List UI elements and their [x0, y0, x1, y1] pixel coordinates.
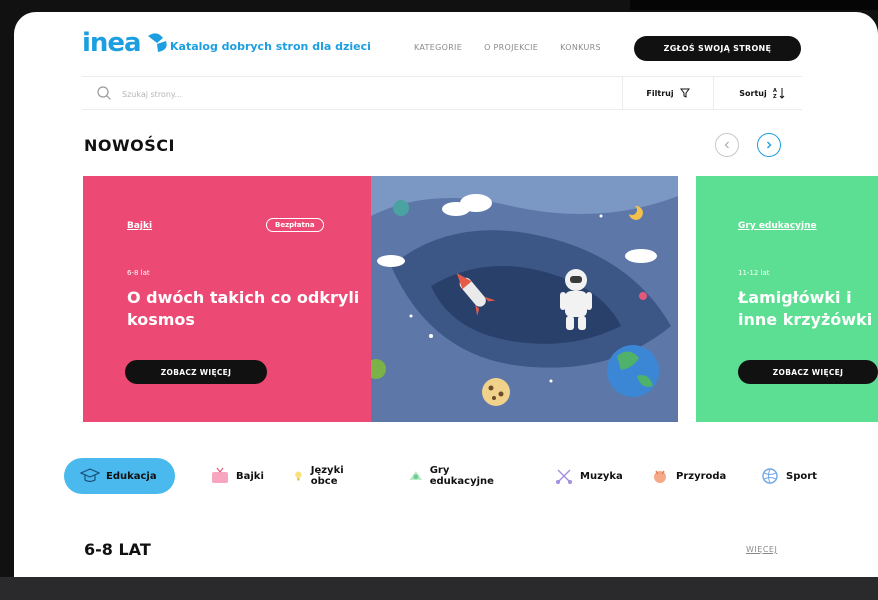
category-label: Przyroda: [676, 470, 727, 482]
chevron-left-icon: [724, 141, 729, 149]
section-title: NOWOŚCI: [84, 136, 175, 155]
logo-text: inea: [82, 28, 142, 58]
featured-card-pink[interactable]: Bajki Bezpłatna 6-8 lat O dwóch takich c…: [83, 176, 371, 422]
lightbulb-icon: [295, 471, 302, 481]
category-muzyka[interactable]: Muzyka: [554, 458, 623, 494]
sort-icon: A Z: [773, 88, 785, 99]
age-section-title: 6-8 LAT: [84, 540, 151, 559]
filter-button[interactable]: Filtruj: [622, 77, 714, 109]
category-label: Bajki: [236, 470, 264, 482]
search-icon: [97, 86, 111, 100]
search-bar: Filtruj Sortuj A Z: [82, 76, 802, 110]
filter-icon: [679, 88, 690, 98]
nav-kategorie[interactable]: KATEGORIE: [414, 43, 462, 52]
category-label: Języki obce: [310, 465, 344, 487]
filter-label: Filtruj: [646, 88, 674, 98]
free-badge: Bezpłatna: [266, 218, 324, 232]
search-input[interactable]: [120, 85, 424, 103]
card-age-2: 11-12 lat: [738, 269, 770, 277]
card-title: O dwóch takich co odkryli kosmos: [127, 288, 360, 329]
graduation-cap-icon: [80, 468, 100, 483]
chevron-right-icon: [767, 141, 772, 149]
nav-konkurs[interactable]: KONKURS: [560, 43, 601, 52]
category-label: Edukacja: [106, 470, 157, 482]
card-category-link-2[interactable]: Gry edukacyjne: [738, 221, 817, 231]
device-bottom-bezel: [0, 577, 878, 600]
category-gry-edukacyjne[interactable]: Gry edukacyjne: [408, 458, 498, 494]
carousel-next-button[interactable]: [757, 133, 781, 157]
svg-text:Z: Z: [773, 94, 777, 99]
carousel-prev-button[interactable]: [715, 133, 739, 157]
space-illustration: [371, 176, 678, 422]
category-label: Sport: [786, 470, 817, 482]
tablet-device: inea Katalog dobrych stron dla dzieci KA…: [0, 0, 878, 600]
category-label: Gry edukacyjne: [429, 465, 494, 487]
nav-o-projekcie[interactable]: O PROJEKCIE: [484, 43, 538, 52]
sort-button[interactable]: Sortuj A Z: [722, 77, 802, 109]
tagline: Katalog dobrych stron dla dzieci: [170, 40, 371, 53]
main-nav: KATEGORIE O PROJEKCIE KONKURS: [414, 43, 601, 52]
game-icon: [409, 471, 423, 480]
see-more-button[interactable]: ZOBACZ WIĘCEJ: [125, 360, 267, 384]
card-category-link[interactable]: Bajki: [127, 221, 152, 231]
logo-mark-icon: [147, 33, 167, 52]
featured-card-green[interactable]: Gry edukacyjne 11-12 lat Łamigłówki i in…: [696, 176, 878, 422]
sort-label: Sortuj: [739, 88, 767, 98]
more-link[interactable]: WIĘCEJ: [746, 545, 777, 554]
category-bajki[interactable]: Bajki: [210, 458, 264, 494]
logo[interactable]: inea: [82, 30, 169, 56]
category-przyroda[interactable]: Przyroda: [650, 458, 726, 494]
card-title-2: Łamigłówki i inne krzyżówki: [738, 288, 873, 329]
see-more-button-2[interactable]: ZOBACZ WIĘCEJ: [738, 360, 878, 384]
card-age: 6-8 lat: [127, 269, 150, 277]
tv-icon: [212, 467, 228, 483]
ball-icon: [762, 468, 778, 484]
space-illustration-art: [371, 176, 678, 422]
category-jezyki-obce[interactable]: Języki obce: [292, 458, 351, 494]
submit-site-button[interactable]: ZGŁOŚ SWOJĄ STRONĘ: [634, 36, 801, 61]
screen: inea Katalog dobrych stron dla dzieci KA…: [14, 12, 878, 577]
music-icon: [556, 469, 572, 484]
category-sport[interactable]: Sport: [760, 458, 817, 494]
category-edukacja[interactable]: Edukacja: [64, 458, 175, 494]
bezel-edge: [630, 0, 878, 10]
category-label: Muzyka: [580, 470, 623, 482]
nature-icon: [654, 470, 666, 483]
